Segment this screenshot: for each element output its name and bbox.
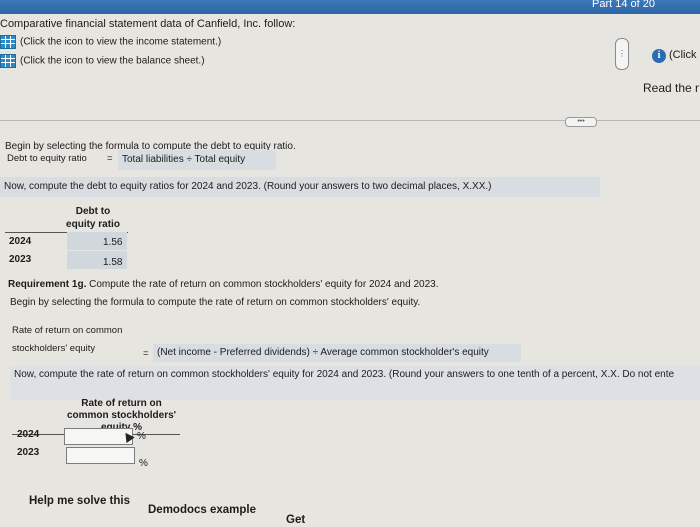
- roe-formula-equals: =: [143, 348, 149, 359]
- roe-unit-2023: %: [139, 458, 148, 469]
- roe-requirement: Requirement 1g. Compute the rate of retu…: [8, 279, 439, 290]
- roe-formula-select[interactable]: (Net income - Preferred dividends) ÷ Ave…: [153, 344, 521, 362]
- roe-input-2023[interactable]: [66, 447, 135, 464]
- debt-compute-instruction-band: Now, compute the debt to equity ratios f…: [0, 177, 600, 197]
- debt-value-2024: 1.56: [103, 237, 123, 248]
- progress-indicator: Part 14 of 20: [592, 0, 655, 10]
- get-more-help-button[interactable]: Get: [286, 514, 305, 526]
- roe-unit-2024: %: [137, 431, 146, 442]
- top-bar: Part 14 of 20: [0, 0, 700, 14]
- info-button[interactable]: i (Click: [652, 49, 697, 63]
- help-me-solve-button[interactable]: Help me solve this: [29, 495, 130, 507]
- roe-formula-label-2: stockholders' equity: [12, 343, 96, 354]
- read-more-link[interactable]: Read the r: [643, 81, 699, 95]
- debt-year-2024: 2024: [9, 236, 32, 247]
- debt-formula-equals: =: [107, 153, 113, 164]
- expand-button[interactable]: •••: [565, 117, 597, 127]
- info-icon[interactable]: i: [652, 49, 666, 63]
- demodocs-example-button[interactable]: Demodocs example: [148, 504, 256, 516]
- income-statement-link[interactable]: (Click the icon to view the income state…: [0, 35, 221, 49]
- table-icon[interactable]: [0, 54, 16, 68]
- roe-formula-label-1: Rate of return on common: [12, 325, 123, 336]
- debt-column-header: Debt to equity ratio: [66, 206, 120, 230]
- debt-formula-select[interactable]: Total liabilities ÷ Total equity: [118, 150, 276, 170]
- table-icon[interactable]: [0, 35, 16, 49]
- debt-formula-label: Debt to equity ratio: [7, 153, 87, 164]
- debt-year-2023: 2023: [9, 254, 32, 265]
- roe-year-2024: 2024: [17, 429, 40, 440]
- balance-sheet-link[interactable]: (Click the icon to view the balance shee…: [0, 54, 205, 68]
- roe-compute-instruction-band: Now, compute the rate of return on commo…: [10, 366, 700, 400]
- intro-text: Comparative financial statement data of …: [0, 18, 296, 30]
- debt-value-2023: 1.58: [103, 257, 123, 268]
- roe-year-2023: 2023: [17, 447, 40, 458]
- roe-instruction: Begin by selecting the formula to comput…: [10, 297, 421, 308]
- panel-resize-handle[interactable]: ⋮: [615, 38, 629, 70]
